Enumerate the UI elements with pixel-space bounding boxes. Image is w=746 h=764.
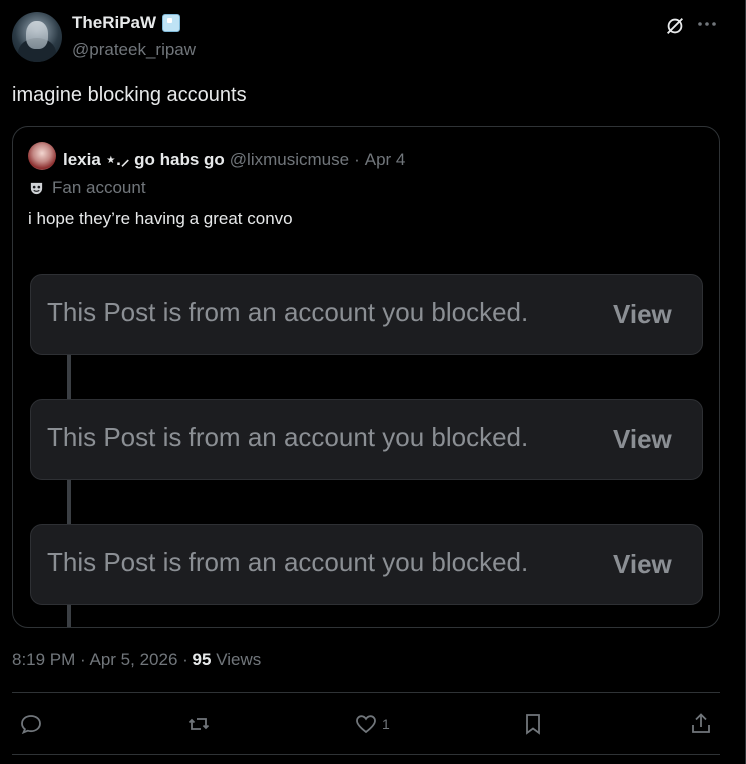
share-button[interactable] [689, 711, 713, 737]
view-blocked-post-button[interactable]: View [613, 424, 672, 455]
post-page: TheRiPaW @prateek_ripaw imagine blocking… [0, 0, 746, 764]
post-text: imagine blocking accounts [12, 84, 247, 106]
separator-dot: · [354, 150, 360, 169]
bookmark-button[interactable] [521, 711, 549, 737]
author-handle[interactable]: @prateek_ripaw [72, 40, 196, 60]
quoted-author-row: lexia ⋆.⸝ go habs go @lixmusicmuse · Apr… [63, 147, 405, 170]
separator-dot: · [182, 650, 193, 669]
blocked-post-notice: This Post is from an account you blocked… [30, 274, 703, 355]
divider [12, 692, 720, 693]
blocked-post-message: This Post is from an account you blocked… [47, 297, 529, 327]
repost-button[interactable] [187, 711, 215, 737]
reply-button[interactable] [19, 711, 47, 737]
heart-icon [356, 715, 376, 734]
blocked-post-notice: This Post is from an account you blocked… [30, 524, 703, 605]
like-count: 1 [382, 716, 390, 732]
view-blocked-post-button[interactable]: View [613, 549, 672, 580]
post-time[interactable]: 8:19 PM [12, 650, 75, 669]
separator-dot: · [80, 650, 90, 669]
quoted-post-card[interactable]: lexia ⋆.⸝ go habs go @lixmusicmuse · Apr… [12, 126, 720, 628]
views-label: Views [216, 650, 262, 669]
post-date[interactable]: Apr 5, 2026 [90, 650, 178, 669]
bookmark-icon [526, 714, 540, 735]
reply-icon [21, 715, 41, 735]
quoted-author-name[interactable]: lexia ⋆.⸝ go habs go [63, 147, 225, 170]
author-display-name[interactable]: TheRiPaW [72, 13, 156, 33]
ice-cube-icon [162, 14, 181, 32]
post-meta: 8:19 PM · Apr 5, 2026 · 95 Views [12, 650, 261, 670]
divider [12, 754, 720, 755]
blocked-post-notice: This Post is from an account you blocked… [30, 399, 703, 480]
author-avatar[interactable] [12, 12, 62, 62]
thread-line [67, 355, 71, 400]
quoted-post-date[interactable]: Apr 4 [365, 150, 406, 170]
thread-line [67, 480, 71, 525]
like-button[interactable]: 1 [354, 711, 390, 737]
blocked-post-message: This Post is from an account you blocked… [47, 422, 529, 452]
quoted-author-avatar[interactable] [28, 142, 56, 170]
grok-icon[interactable] [664, 15, 686, 37]
repost-icon [188, 718, 210, 730]
quoted-author-handle[interactable]: @lixmusicmuse [230, 150, 349, 170]
view-blocked-post-button[interactable]: View [613, 299, 672, 330]
fan-account-label: Fan account [52, 178, 146, 197]
share-icon [692, 713, 710, 733]
thread-line [67, 605, 71, 627]
blocked-post-message: This Post is from an account you blocked… [47, 547, 529, 577]
mask-icon [28, 180, 44, 196]
fan-account-label-row: Fan account [28, 178, 146, 198]
more-options-icon[interactable] [695, 12, 719, 36]
views-count: 95 [192, 650, 212, 669]
author-name-row: TheRiPaW [72, 13, 181, 33]
quoted-post-text: i hope they’re having a great convo [28, 209, 293, 228]
